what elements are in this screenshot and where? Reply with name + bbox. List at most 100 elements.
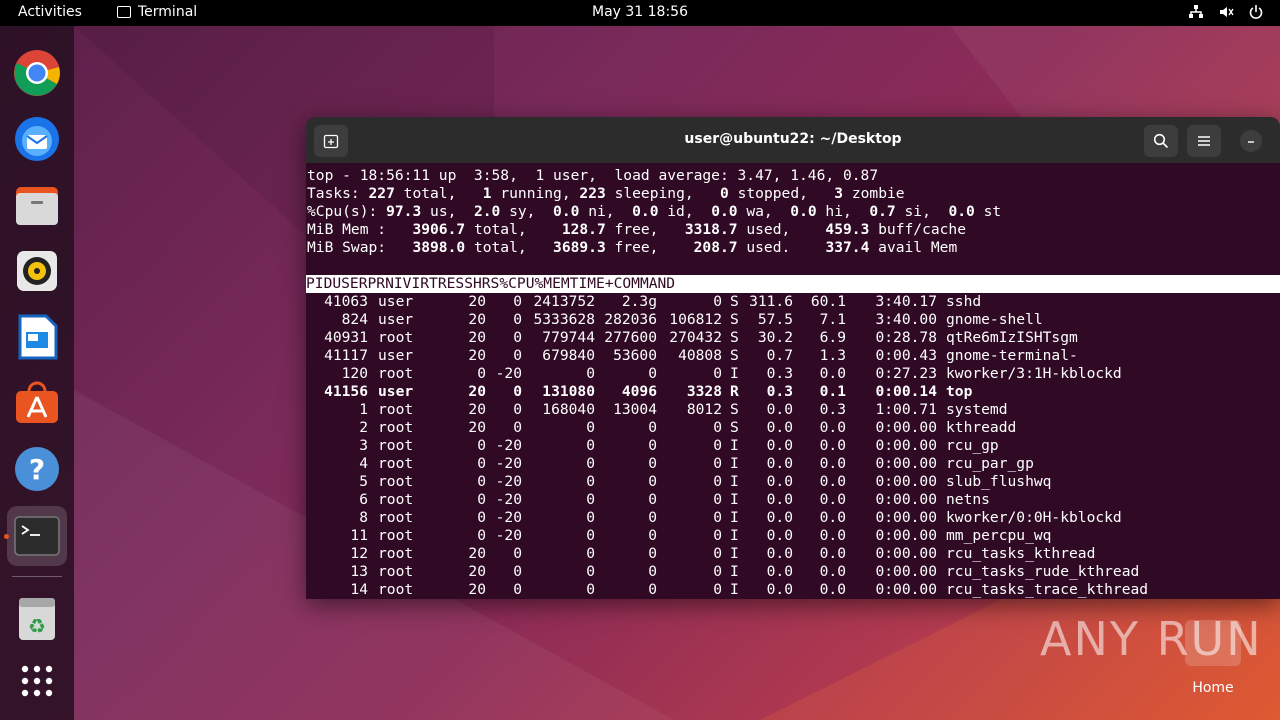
cell-shr: 0	[713, 581, 722, 598]
cell-res: 0	[648, 545, 657, 562]
show-apps-icon[interactable]	[12, 656, 62, 706]
cell-state: I	[730, 437, 739, 454]
activities-button[interactable]: Activities	[18, 4, 82, 20]
system-tray[interactable]	[1188, 4, 1264, 20]
cell-command: rcu_tasks_rude_kthread	[946, 563, 1140, 580]
search-button[interactable]	[1144, 125, 1178, 157]
svg-text:?: ?	[29, 453, 45, 486]
cell-state: I	[730, 527, 739, 544]
help-icon[interactable]: ?	[12, 444, 62, 494]
cell-virt: 0	[586, 437, 595, 454]
cell-command: rcu_par_gp	[946, 455, 1034, 472]
cell-virt: 0	[586, 527, 595, 544]
cell-command: mm_percpu_wq	[946, 527, 1052, 544]
cell-cpu: 30.2	[757, 329, 793, 346]
cell-user: root	[378, 491, 414, 508]
cell-command: rcu_tasks_trace_kthread	[946, 581, 1149, 598]
cell-cpu: 0.0	[766, 509, 793, 526]
cell-res: 0	[648, 473, 657, 490]
menu-button[interactable]	[1187, 125, 1221, 157]
cell-pid: 41156	[324, 383, 368, 400]
cell-state: S	[730, 401, 739, 418]
clock[interactable]: May 31 18:56	[592, 4, 688, 20]
cell-shr: 0	[713, 527, 722, 544]
cell-shr: 0	[713, 509, 722, 526]
trash-icon[interactable]: ♻	[12, 594, 62, 644]
cell-time: 1:00.71	[875, 401, 937, 418]
cell-res: 13004	[613, 401, 657, 418]
cell-cpu: 57.5	[757, 311, 793, 328]
cell-user: root	[378, 401, 414, 418]
cell-res: 0	[648, 365, 657, 382]
cell-res: 53600	[613, 347, 657, 364]
new-tab-button[interactable]	[314, 125, 348, 157]
home-folder[interactable]: Home	[1185, 620, 1241, 696]
terminal-icon[interactable]	[7, 506, 67, 566]
cell-virt: 0	[586, 419, 595, 436]
cell-pid: 1	[359, 401, 368, 418]
cell-ni: 0	[513, 293, 522, 310]
svg-text:♻: ♻	[28, 614, 46, 638]
cell-pr: 20	[468, 581, 486, 598]
cell-virt: 131080	[542, 383, 595, 400]
cell-cpu: 0.0	[766, 419, 793, 436]
cell-mem: 0.0	[819, 491, 846, 508]
process-row: 6 root 0 -20 0 0 0 I 0.0 0.0 0:00.00 netns	[306, 491, 1280, 509]
app-menu[interactable]: Terminal	[117, 4, 197, 20]
terminal-window[interactable]: user@ubuntu22: ~/Desktop top - 18:56:11 …	[306, 117, 1280, 599]
cell-res: 0	[648, 527, 657, 544]
cell-shr: 8012	[686, 401, 722, 418]
cell-pid: 12	[350, 545, 368, 562]
header-virt: VIRT	[402, 275, 438, 292]
cell-ni: 0	[513, 563, 522, 580]
cell-shr: 270432	[669, 329, 722, 346]
cell-time: 0:00.00	[875, 581, 937, 598]
cell-user: root	[378, 365, 414, 382]
cell-command: netns	[946, 491, 990, 508]
cell-pr: 20	[468, 401, 486, 418]
cell-mem: 7.1	[819, 311, 846, 328]
cell-pid: 4	[359, 455, 368, 472]
terminal-content[interactable]: top - 18:56:11 up 3:58, 1 user, load ave…	[306, 163, 1280, 599]
process-row: 4 root 0 -20 0 0 0 I 0.0 0.0 0:00.00 rcu_par_gp	[306, 455, 1280, 473]
window-titlebar[interactable]: user@ubuntu22: ~/Desktop	[306, 117, 1280, 163]
cell-command: qtRe6mIzISHTsgm	[946, 329, 1078, 346]
process-row: 14 root 20 0 0 0 0 I 0.0 0.0 0:00.00 rcu_tasks_trac…	[306, 581, 1280, 599]
cell-pid: 2	[359, 419, 368, 436]
cell-command: gnome-shell	[946, 311, 1043, 328]
cell-pid: 824	[341, 311, 368, 328]
cell-mem: 1.3	[819, 347, 846, 364]
cell-ni: 0	[513, 329, 522, 346]
files-icon[interactable]	[12, 180, 62, 230]
cell-virt: 779744	[542, 329, 595, 346]
cell-user: root	[378, 563, 414, 580]
cell-mem: 60.1	[810, 293, 846, 310]
cell-virt: 679840	[542, 347, 595, 364]
cell-res: 0	[648, 563, 657, 580]
cell-state: S	[730, 419, 739, 436]
cell-res: 282036	[604, 311, 657, 328]
cell-cpu: 0.0	[766, 527, 793, 544]
cell-cpu: 0.0	[766, 437, 793, 454]
process-row: 11 root 0 -20 0 0 0 I 0.0 0.0 0:00.00 mm_percpu_wq	[306, 527, 1280, 545]
cell-shr: 3328	[686, 383, 722, 400]
cell-shr: 0	[713, 419, 722, 436]
minimize-button[interactable]	[1240, 130, 1262, 152]
cell-mem: 0.0	[819, 581, 846, 598]
cell-user: root	[378, 329, 414, 346]
cell-ni: -20	[495, 455, 522, 472]
cpu-line: %Cpu(s): 97.3 us, 2.0 sy, 0.0 ni, 0.0 id…	[307, 203, 1002, 220]
header-shr: SHR	[464, 275, 491, 292]
rhythmbox-icon[interactable]	[12, 246, 62, 296]
app-center-icon[interactable]	[12, 378, 62, 428]
chrome-icon[interactable]	[12, 48, 62, 98]
cell-ni: 0	[513, 545, 522, 562]
cell-cpu: 0.0	[766, 545, 793, 562]
cell-virt: 2413752	[533, 293, 595, 310]
libreoffice-writer-icon[interactable]	[12, 312, 62, 362]
cell-pr: 20	[468, 311, 486, 328]
thunderbird-icon[interactable]	[12, 114, 62, 164]
cell-command: rcu_tasks_kthread	[946, 545, 1096, 562]
cell-command: slub_flushwq	[946, 473, 1052, 490]
cell-pid: 13	[350, 563, 368, 580]
